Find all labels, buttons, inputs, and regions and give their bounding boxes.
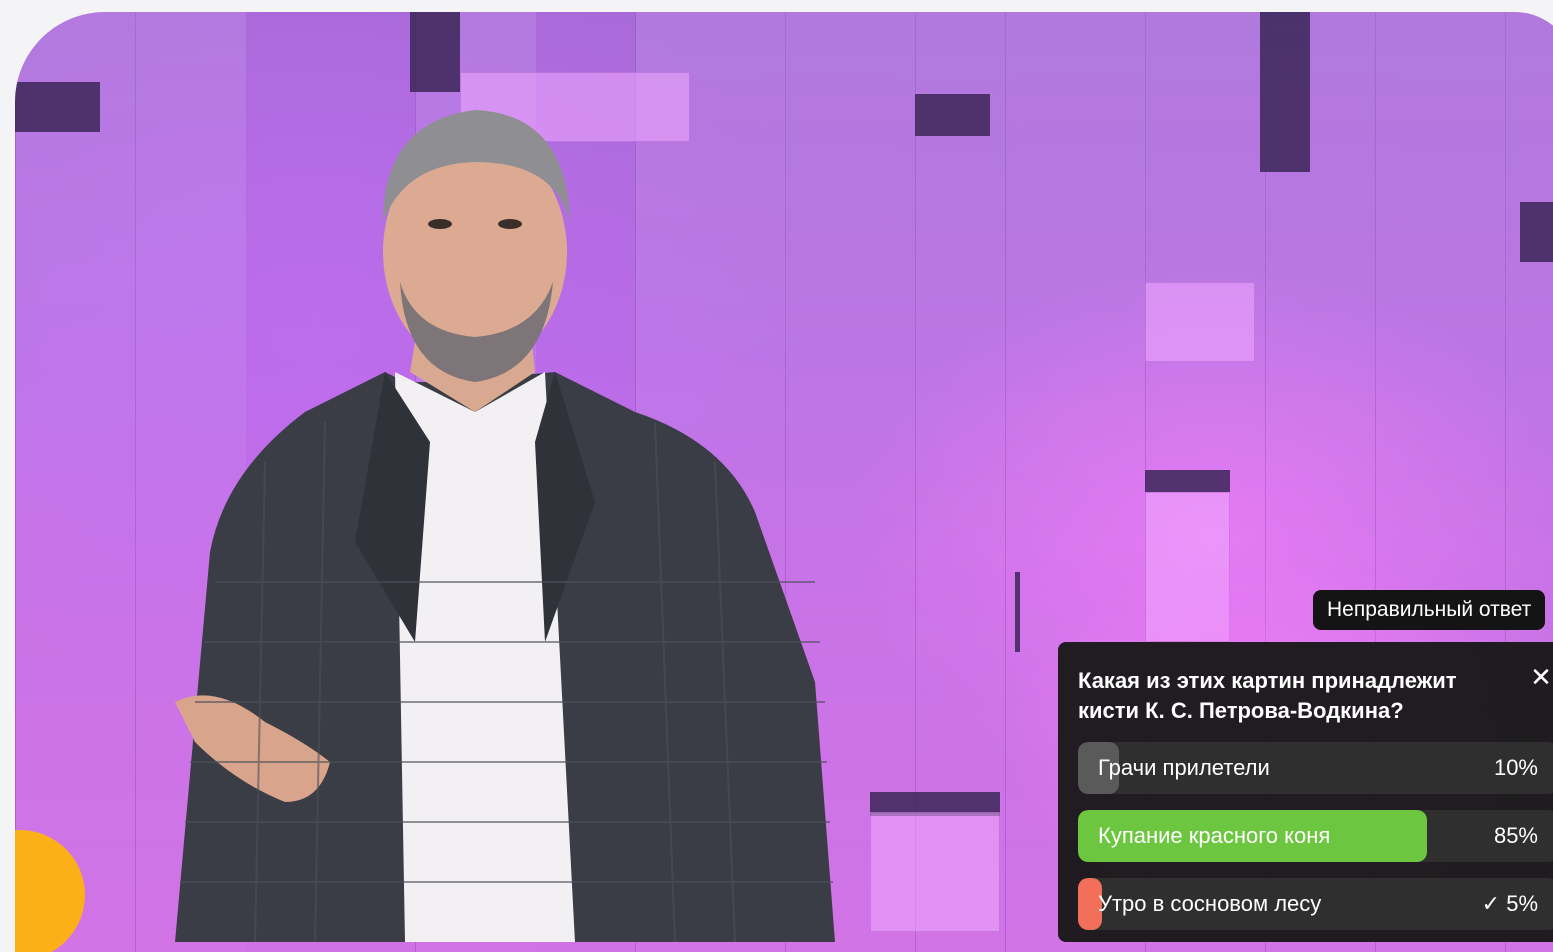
option-percent: 10% [1493,755,1538,780]
option-label: Утро в сосновом лесу [1098,891,1322,916]
backdrop-block [15,82,100,132]
backdrop-block [1145,282,1255,362]
backdrop-block [1520,202,1553,262]
quiz-option[interactable]: Утро в сосновом лесу ✓ 5% [1078,878,1553,930]
backdrop-block [915,94,990,136]
backdrop-block [1145,470,1230,492]
check-icon: ✓ [1481,891,1500,916]
quiz-option[interactable]: Грачи прилетели 10% [1078,742,1553,794]
option-percent: 85% [1493,823,1538,848]
quiz-panel: Какая из этих картин принадлежит кисти К… [1058,642,1553,942]
wrong-answer-badge: Неправильный ответ [1313,590,1546,630]
quiz-question: Какая из этих картин принадлежит кисти К… [1078,668,1457,723]
backdrop-block [1260,12,1310,172]
close-icon[interactable]: ✕ [1528,664,1553,690]
backdrop-block [870,812,1000,932]
quiz-option[interactable]: Купание красного коня 85% [1078,810,1553,862]
presenter [115,82,875,942]
wrong-answer-text: Неправильный ответ [1327,598,1532,621]
backdrop-block [410,12,460,92]
option-label: Купание красного коня [1098,823,1331,848]
option-label: Грачи прилетели [1098,755,1270,780]
option-percent: 5% [1506,891,1538,916]
presenter-figure [175,110,835,942]
